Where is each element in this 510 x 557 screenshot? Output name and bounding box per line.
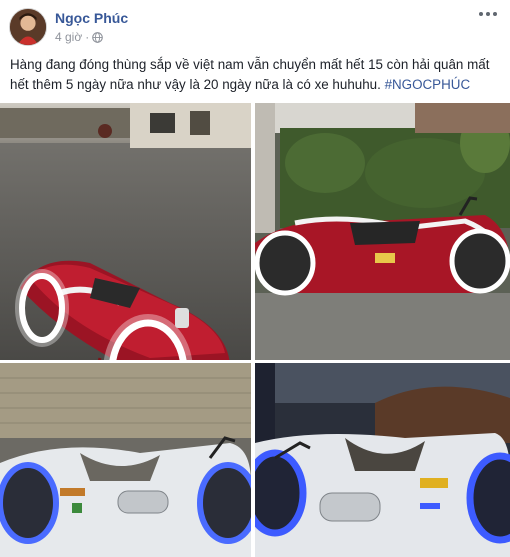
author-name[interactable]: Ngọc Phúc xyxy=(55,10,128,26)
meta-separator: · xyxy=(85,30,90,44)
post-header: Ngọc Phúc 4 giờ · xyxy=(0,0,510,50)
photo-red-bike-front[interactable] xyxy=(0,103,251,360)
post-text: Hàng đang đóng thùng sắp về việt nam vẫn… xyxy=(10,55,500,95)
post-meta: 4 giờ · xyxy=(55,30,104,44)
author-avatar[interactable] xyxy=(9,8,47,46)
photo-red-bike-side[interactable] xyxy=(255,103,510,360)
photo-white-bike-wall[interactable] xyxy=(0,363,251,557)
globe-icon[interactable] xyxy=(92,31,104,43)
post-time[interactable]: 4 giờ xyxy=(55,30,82,44)
more-options-icon[interactable] xyxy=(478,6,498,22)
hashtag-link[interactable]: #NGOCPHÚC xyxy=(385,77,471,92)
photo-white-bike-indoor[interactable] xyxy=(255,363,510,557)
avatar-image xyxy=(10,9,46,45)
